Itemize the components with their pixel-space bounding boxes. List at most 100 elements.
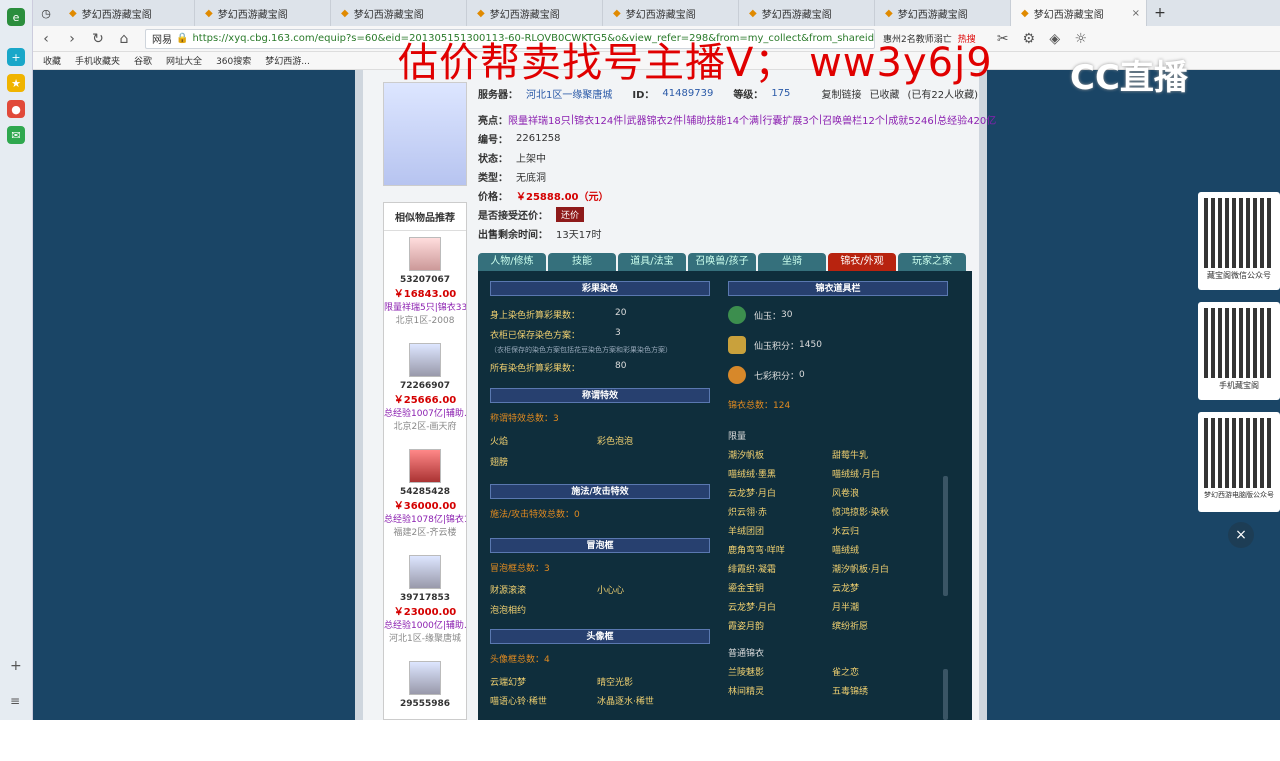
- limited-scrollbar[interactable]: [943, 476, 948, 596]
- price-value: ￥25888.00（元）: [516, 192, 609, 203]
- outfit-item: 五毒锦绣: [832, 687, 869, 697]
- outfit-item: 水云归: [832, 527, 860, 537]
- tab-favicon-icon: ◆: [885, 7, 893, 19]
- tab-items[interactable]: 道具/法宝: [618, 253, 686, 271]
- list-item[interactable]: 29555986: [384, 655, 466, 761]
- outfit-item: 缤纷祈愿: [832, 622, 869, 632]
- number-value: 2261258: [516, 133, 561, 144]
- qr-mobile[interactable]: 手机藏宝阁: [1198, 302, 1280, 400]
- new-tab-icon[interactable]: +: [1147, 0, 1173, 26]
- jade-icon: [728, 306, 746, 324]
- bookmark-item[interactable]: 手机收藏夹: [75, 54, 120, 67]
- tab-favicon-icon: ◆: [749, 7, 757, 19]
- list-item[interactable]: 39717853 ￥23000.00 总经验1000亿|辅助… 河北1区-缘聚唐城: [384, 549, 466, 655]
- site-label: 网易: [152, 35, 172, 46]
- stream-overlay-text: 估价帮卖找号主播V； ww3y6j9: [398, 40, 993, 86]
- item-avatar[interactable]: [409, 343, 441, 377]
- outfit-item: 雀之恋: [832, 668, 860, 678]
- ie-logo-icon[interactable]: e: [7, 8, 25, 26]
- section-header: 头像框: [490, 629, 710, 644]
- level-value: 175: [771, 87, 791, 99]
- tab[interactable]: ◆ 梦幻西游藏宝阁: [467, 0, 603, 26]
- add-icon[interactable]: +: [10, 658, 22, 674]
- list-item[interactable]: 54285428￥36000.00总经验1078亿|锦衣1…福建2区-齐云楼: [384, 443, 466, 549]
- qr-wechat[interactable]: 藏宝阁微信公众号: [1198, 192, 1280, 290]
- tab[interactable]: ◆ 梦幻西游藏宝阁: [195, 0, 331, 26]
- menu-icon[interactable]: ≡: [10, 694, 20, 708]
- settings-icon[interactable]: ☼: [1068, 31, 1094, 47]
- outfit-item: 云龙梦·月白: [728, 489, 776, 499]
- tab-mounts[interactable]: 坐骑: [758, 253, 826, 271]
- qr-pc[interactable]: 梦幻西游电脑版公众号: [1198, 412, 1280, 512]
- bookmark-item[interactable]: 收藏: [43, 54, 61, 67]
- bookmark-item[interactable]: 谷歌: [134, 54, 152, 67]
- mail-icon[interactable]: ✉: [7, 126, 25, 144]
- item-avatar[interactable]: [409, 237, 441, 271]
- highlight: 总经验420亿: [937, 116, 997, 127]
- tab-home[interactable]: 玩家之家: [898, 253, 966, 271]
- tab[interactable]: ◆ 梦幻西游藏宝阁: [739, 0, 875, 26]
- section-header: 施法/攻击特效: [490, 484, 710, 499]
- tab-favicon-icon: ◆: [477, 7, 485, 19]
- outfit-item: 月半潮: [832, 603, 860, 613]
- item-avatar[interactable]: [409, 661, 441, 695]
- section-header: 冒泡框: [490, 538, 710, 553]
- shield-icon[interactable]: ◈: [1042, 31, 1068, 47]
- status-value: 上架中: [516, 154, 546, 165]
- outfit-item: 霞姿月韵: [728, 622, 765, 632]
- tool-icon[interactable]: +: [7, 48, 25, 66]
- extension-icon[interactable]: ⚙: [1016, 31, 1042, 47]
- section-header: 彩果染色: [490, 281, 710, 296]
- outfit-item: 绯霞织·凝霜: [728, 565, 776, 575]
- outfit-item: 喵绒绒·墨黑: [728, 470, 776, 480]
- recommend-title: 相似物品推荐: [384, 203, 466, 231]
- scissors-icon[interactable]: ✂: [990, 31, 1016, 47]
- tab[interactable]: ◆ 梦幻西游藏宝阁: [59, 0, 195, 26]
- home-icon[interactable]: ⌂: [111, 31, 137, 47]
- navigate-icon[interactable]: ◷: [33, 0, 59, 26]
- tab[interactable]: ◆ 梦幻西游藏宝阁: [875, 0, 1011, 26]
- item-avatar[interactable]: [409, 449, 441, 483]
- highlight: 辅助技能14个满: [686, 116, 760, 127]
- highlight: 行囊扩展3个: [762, 116, 819, 127]
- outfit-item: 兰陵魅影: [728, 668, 765, 678]
- forward-icon[interactable]: ›: [59, 31, 85, 47]
- tab-skills[interactable]: 技能: [548, 253, 616, 271]
- close-tab-icon[interactable]: ×: [1132, 8, 1140, 19]
- limited-list: 潮汐帆板 甜莓牛乳 喵绒绒·墨黑 喵绒绒·月白 云龙梦·月白 风卷浪 炽云翎·赤…: [728, 448, 948, 632]
- outfit-item: 鹿角弯弯·咩咩: [728, 546, 785, 556]
- section-header: 称谓特效: [490, 388, 710, 403]
- outfit-item: 炽云翎·赤: [728, 508, 767, 518]
- tab-favicon-icon: ◆: [69, 7, 77, 19]
- left-column: 彩果染色 身上染色折算彩果数： 20 衣柜已保存染色方案： 3 （衣柜保存的染色方案…: [490, 281, 710, 707]
- bookmark-item[interactable]: 梦幻西游...: [265, 54, 310, 67]
- outfit-item: 风卷浪: [832, 489, 860, 499]
- rainbow-points-icon: [728, 366, 746, 384]
- tab-outfits[interactable]: 锦衣/外观: [828, 253, 896, 271]
- list-item[interactable]: 53207067￥16843.00限量祥瑞5只|锦衣33件北京1区-2008: [384, 231, 466, 337]
- tab[interactable]: ◆ 梦幻西游藏宝阁: [331, 0, 467, 26]
- section-header: 锦衣道具栏: [728, 281, 948, 296]
- qr-code-icon: [1204, 418, 1274, 488]
- tab[interactable]: ◆ 梦幻西游藏宝阁: [603, 0, 739, 26]
- browser-sidebar: e + ★ ● ✉ + ≡: [0, 0, 33, 720]
- close-qr-icon[interactable]: ×: [1228, 522, 1254, 548]
- bargain-button[interactable]: 还价: [556, 207, 585, 222]
- tab-character[interactable]: 人物/修炼: [478, 253, 546, 271]
- bookmark-item[interactable]: 网址大全: [166, 54, 202, 67]
- type-value: 无底洞: [516, 173, 546, 184]
- weibo-icon[interactable]: ●: [7, 100, 25, 118]
- bookmark-item[interactable]: 360搜索: [216, 54, 251, 67]
- tab-bar: ◷ ◆ 梦幻西游藏宝阁 ◆ 梦幻西游藏宝阁 ◆ 梦幻西游藏宝阁 ◆ 梦幻西游藏宝阁 ◆ 梦…: [33, 0, 1280, 26]
- highlights-row: 亮点： 限量祥瑞18只 | 锦衣124件 | 武器锦衣2件 | 辅助技能14个满 | 行…: [478, 114, 997, 127]
- reload-icon[interactable]: ↻: [85, 31, 111, 47]
- outfit-item: 云龙梦: [832, 584, 860, 594]
- outfit-item: 惊鸿掠影·染秋: [832, 508, 889, 518]
- list-item[interactable]: 72266907 ￥25666.00 总经验1007亿|辅助… 北京2区-画天府: [384, 337, 466, 443]
- star-icon[interactable]: ★: [7, 74, 25, 92]
- normal-scrollbar[interactable]: [943, 669, 948, 720]
- tab-active[interactable]: ◆ 梦幻西游藏宝阁 ×: [1011, 0, 1147, 26]
- back-icon[interactable]: ‹: [33, 31, 59, 47]
- item-avatar[interactable]: [409, 555, 441, 589]
- tab-pets[interactable]: 召唤兽/孩子: [688, 253, 756, 271]
